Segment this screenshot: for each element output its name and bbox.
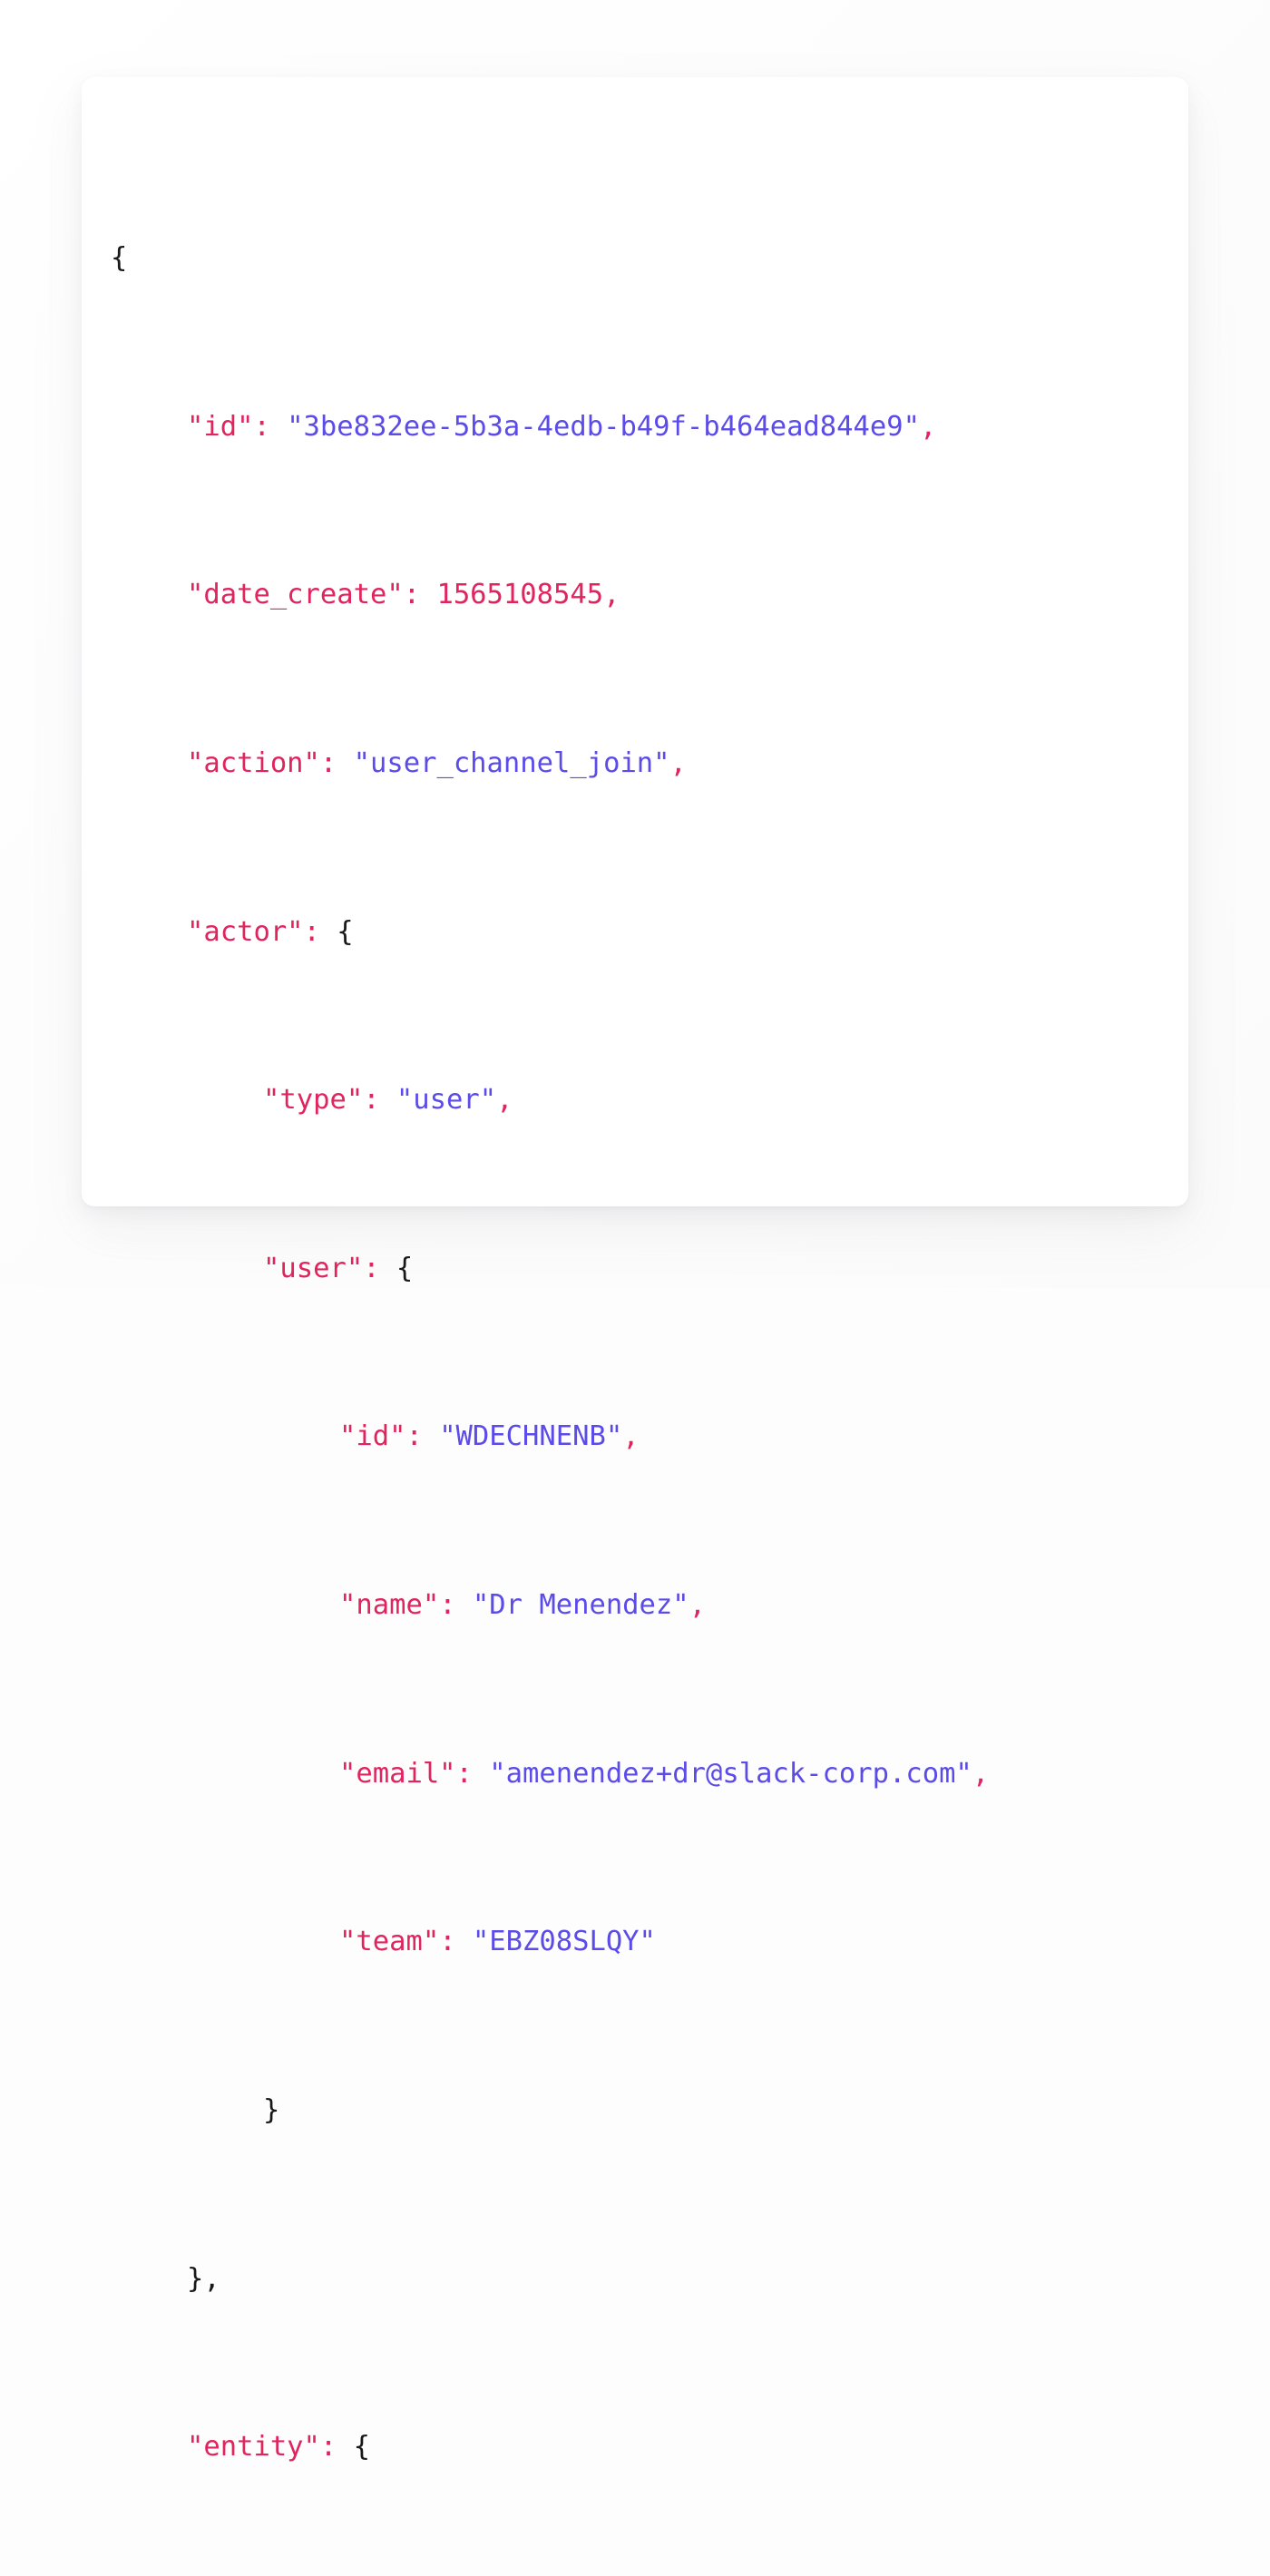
key-actor-type: "type" [263,1084,364,1117]
comma-user-name: , [689,1589,707,1622]
json-line-user-close: } [111,2090,1179,2132]
colon-date-create: : [403,579,437,611]
value-user-team: "EBZ08SLQY" [472,1926,656,1958]
comma-user-email: , [972,1757,990,1790]
json-line-date-create: "date_create": 1565108545, [111,574,1179,616]
key-user-team: "team" [339,1926,440,1958]
colon-user-id: : [405,1420,440,1453]
value-date-create: 1565108545 [436,579,604,611]
value-id: "3be832ee-5b3a-4edb-b49f-b464ead844e9" [287,410,920,443]
colon-action: : [319,747,354,780]
page-canvas: { "id": "3be832ee-5b3a-4edb-b49f-b464ead… [0,0,1270,2463]
colon-entity: : [319,2431,354,2464]
json-line-user-name: "name": "Dr Menendez", [111,1585,1179,1626]
brace-open-actor: { [337,915,354,948]
value-action: "user_channel_join" [353,747,670,780]
key-actor-user: "user" [263,1252,364,1284]
comma-date-create: , [603,579,620,611]
colon-id: : [253,410,288,443]
colon-user-team: : [439,1926,473,1958]
comma-actor-type: , [496,1084,513,1117]
colon-actor: : [303,915,337,948]
key-date-create: "date_create" [187,579,404,611]
colon-user-name: : [439,1589,473,1622]
value-user-email: "amenendez+dr@slack-corp.com" [489,1757,972,1790]
json-line-actor-open: "actor": { [111,912,1179,953]
json-line-action: "action": "user_channel_join", [111,743,1179,785]
json-line-open-root: { [111,238,1179,279]
json-line-user-id: "id": "WDECHNENB", [111,1416,1179,1458]
value-actor-type: "user" [396,1084,497,1117]
code-card: { "id": "3be832ee-5b3a-4edb-b49f-b464ead… [82,77,1188,2463]
key-action: "action" [187,747,320,780]
json-line-actor-user-open: "user": { [111,1248,1179,1290]
key-user-name: "name" [339,1589,440,1622]
json-line-actor-type: "type": "user", [111,1079,1179,1121]
brace-open-actor-user: { [396,1252,414,1284]
key-id: "id" [187,410,254,443]
colon-user-email: : [455,1757,490,1790]
comma-id: , [919,410,937,443]
json-code-block[interactable]: { "id": "3be832ee-5b3a-4edb-b49f-b464ead… [111,112,1179,2463]
json-line-user-team: "team": "EBZ08SLQY" [111,1921,1179,1963]
json-line-actor-close: }, [111,2259,1179,2300]
brace-open-root: { [111,242,128,275]
brace-close-actor-user: } [263,2093,280,2126]
key-entity: "entity" [187,2431,320,2464]
brace-close-actor: }, [187,2262,220,2295]
colon-actor-user: : [363,1252,396,1284]
value-user-name: "Dr Menendez" [472,1589,689,1622]
json-line-id: "id": "3be832ee-5b3a-4edb-b49f-b464ead84… [111,406,1179,448]
key-user-id: "id" [339,1420,406,1453]
json-line-entity-open: "entity": { [111,2426,1179,2468]
key-actor: "actor" [187,915,304,948]
key-user-email: "email" [339,1757,456,1790]
json-line-user-email: "email": "amenendez+dr@slack-corp.com", [111,1753,1179,1795]
colon-actor-type: : [363,1084,396,1117]
comma-user-id: , [622,1420,640,1453]
brace-open-entity: { [353,2431,371,2464]
value-user-id: "WDECHNENB" [439,1420,623,1453]
comma-action: , [669,747,687,780]
